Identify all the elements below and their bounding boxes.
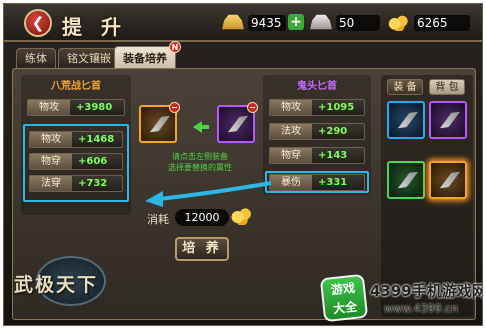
gold-coins-icon (388, 13, 410, 31)
stat-value: +3980 (76, 102, 113, 113)
new-badge: N (169, 41, 181, 53)
left-base-stat: 物攻 +3980 (27, 99, 125, 116)
remove-icon[interactable] (169, 102, 180, 113)
left-item-name: 八荒战匕首 (51, 81, 101, 92)
green-left-arrow-icon (193, 121, 209, 133)
gold-coins-value: 6265 (414, 15, 470, 31)
gold-coins-icon (231, 205, 253, 225)
stat-value: +732 (78, 178, 108, 189)
inventory-slot-selected[interactable] (429, 161, 467, 199)
inventory-slot[interactable] (387, 101, 425, 139)
game-window: ❮ 提 升 9435 + 50 6265 练体 铭文镶嵌 装备培养 N 八荒战匕… (3, 3, 483, 326)
right-stat-row: 物攻 +1095 (269, 99, 365, 116)
left-stat-row[interactable]: 法穿 +732 (29, 175, 123, 192)
tab-equipment-cultivate[interactable]: 装备培养 N (114, 41, 181, 69)
stat-key: 物穿 (270, 148, 312, 163)
silver-ingot-icon (310, 14, 332, 30)
logo-text: 武极天下 (14, 274, 99, 296)
dagger-icon (436, 168, 463, 191)
dagger-icon (394, 108, 421, 131)
page-title: 提 升 (62, 15, 127, 39)
tab-label: 装备培养 (123, 52, 167, 65)
stat-key: 物穿 (30, 154, 72, 169)
site-watermark: 游戏 大全 4399手机游戏网 www.4399.cn (319, 273, 483, 325)
watermark-title: 4399手机游戏网 (370, 282, 483, 300)
hint-line-2: 选择要替换的属性 (168, 163, 232, 172)
recharge-plus-button[interactable]: + (288, 14, 304, 30)
left-stat-row[interactable]: 物穿 +606 (29, 153, 123, 170)
left-stat-row[interactable]: 物攻 +1468 (29, 131, 123, 148)
cultivate-button[interactable]: 培 养 (175, 237, 229, 261)
silver-ingot-value: 50 (336, 15, 380, 31)
dagger-icon (394, 168, 421, 191)
dagger-icon (224, 112, 251, 135)
left-item-panel: 八荒战匕首 物攻 +3980 物攻 +1468 物穿 +606 法穿 +732 (21, 75, 131, 215)
stat-value: +290 (318, 126, 348, 137)
select-attribute-hint: 请点击左侧装备 选择要替换的属性 (165, 151, 235, 173)
stat-value: +1095 (318, 102, 355, 113)
blue-left-arrow-icon (145, 181, 272, 207)
inventory-slot[interactable] (429, 101, 467, 139)
stat-key: 暴伤 (270, 175, 312, 190)
cost-value: 12000 (175, 209, 229, 226)
hint-line-1: 请点击左侧装备 (172, 152, 228, 161)
stat-key: 物攻 (270, 100, 312, 115)
stat-value: +331 (318, 177, 348, 188)
gold-ingot-value: 9435 (248, 15, 286, 31)
gold-ingot-icon (222, 14, 244, 30)
dagger-icon (146, 112, 173, 135)
watermark-url: www.4399.cn (384, 302, 458, 315)
watermark-badge: 游戏 大全 (319, 273, 369, 323)
right-stat-row: 物穿 +143 (269, 147, 365, 164)
right-stat-row: 法攻 +290 (269, 123, 365, 140)
inv-tab-equipment[interactable]: 装 备 (387, 79, 423, 95)
stat-key: 法穿 (30, 176, 72, 191)
dagger-icon (436, 108, 463, 131)
tab-inscription[interactable]: 铭文镶嵌 (58, 48, 120, 68)
inv-tab-backpack[interactable]: 背 包 (429, 79, 465, 95)
stat-value: +606 (78, 156, 108, 167)
cost-label: 消耗 (147, 213, 169, 226)
remove-icon[interactable] (247, 102, 258, 113)
badge-line-2: 大全 (332, 299, 358, 317)
stat-key: 物攻 (30, 132, 72, 147)
stat-value: +1468 (78, 134, 115, 145)
stat-key: 法攻 (270, 124, 312, 139)
top-bar: ❮ 提 升 9435 + 50 6265 (4, 4, 482, 42)
tab-body-training[interactable]: 练体 (16, 48, 56, 68)
game-logo: 武极天下 (14, 256, 134, 308)
stat-key: 物攻 (28, 100, 70, 115)
right-equipment-slot[interactable] (217, 102, 258, 143)
right-item-panel: 鬼头匕首 物攻 +1095 法攻 +290 物穿 +143 暴伤 +331 (263, 75, 371, 195)
back-arrow-icon[interactable]: ❮ (24, 9, 52, 37)
right-item-name: 鬼头匕首 (297, 81, 337, 92)
left-equipment-slot[interactable] (139, 102, 180, 143)
right-stat-row[interactable]: 暴伤 +331 (269, 174, 365, 191)
stat-value: +143 (318, 150, 348, 161)
inventory-slot[interactable] (387, 161, 425, 199)
